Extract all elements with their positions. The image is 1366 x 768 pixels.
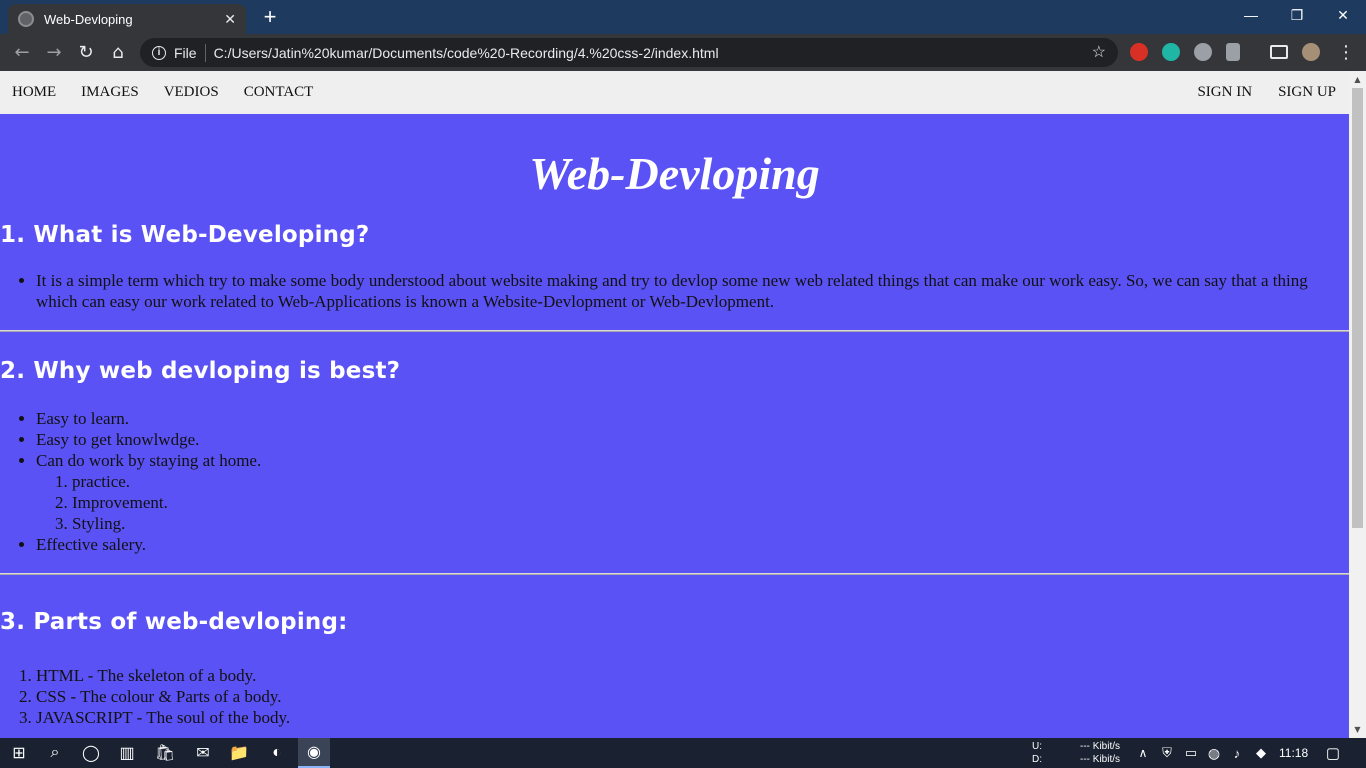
part-name: CSS [36, 687, 67, 706]
section-3-list: HTML - The skeleton of a body. CSS - The… [0, 665, 1349, 728]
site-navbar: HOME IMAGES VEDIOS CONTACT SIGN IN SIGN … [0, 71, 1349, 114]
new-tab-button[interactable]: + [256, 4, 284, 30]
nav-auth-links: SIGN IN SIGN UP [1184, 84, 1349, 101]
adblock-extension-icon[interactable] [1130, 43, 1148, 61]
nav-home[interactable]: HOME [12, 84, 56, 101]
windows-start-icon[interactable]: ⊞ [8, 743, 30, 763]
extension-m-icon[interactable] [1162, 43, 1180, 61]
nav-contact[interactable]: CONTACT [244, 84, 314, 101]
upload-rate: --- Kibit/s [1080, 741, 1120, 752]
info-icon[interactable]: i [152, 45, 166, 60]
bookmark-star-icon[interactable]: ☆ [1092, 42, 1106, 62]
list-item-text: Can do work by staying at home. [36, 451, 262, 470]
clock[interactable]: 11:18 [1279, 746, 1308, 760]
reload-icon[interactable]: ↻ [74, 40, 98, 64]
list-item: CSS - The colour & Parts of a body. [36, 686, 1349, 707]
scroll-down-icon[interactable]: ▼ [1349, 721, 1366, 738]
list-item: Easy to get knowlwdge. [36, 429, 1349, 450]
part-name: JAVASCRIPT [36, 708, 133, 727]
page-content: Web-Devloping 1. What is Web-Developing?… [0, 114, 1349, 728]
section-2-heading: 2. Why web devloping is best? [0, 358, 401, 384]
windows-taskbar: ⊞ ⌕ ◯ ▥ 🛍 ✉ 📁 ◐ ◉ U: D: --- Kibit/s --- … [0, 738, 1366, 768]
cast-icon[interactable] [1270, 45, 1288, 59]
section-3-heading: 3. Parts of web-devloping: [0, 609, 348, 635]
dropbox-icon[interactable]: ◆ [1250, 743, 1272, 763]
volume-icon[interactable]: ♪ [1226, 743, 1248, 763]
security-shield-icon[interactable]: ⛨ [1156, 743, 1178, 763]
sublist-item: practice. [72, 471, 1349, 492]
section-1-list: It is a simple term which try to make so… [0, 270, 1349, 312]
mail-icon[interactable]: ✉ [192, 743, 214, 763]
part-name: HTML [36, 666, 84, 685]
network-globe-icon[interactable]: ◍ [1203, 743, 1225, 763]
profile-avatar[interactable] [1302, 43, 1320, 61]
part-desc: - The colour & Parts of a body. [66, 687, 282, 706]
list-item: Easy to learn. [36, 408, 1349, 429]
restore-icon[interactable]: ❐ [1274, 0, 1320, 30]
task-view-icon[interactable]: ▥ [116, 743, 138, 763]
section-1-heading: 1. What is Web-Developing? [0, 222, 370, 248]
close-tab-icon[interactable]: ✕ [224, 11, 236, 28]
battery-icon[interactable]: ▭ [1180, 743, 1202, 763]
search-icon[interactable]: ⌕ [44, 743, 66, 763]
address-bar[interactable]: i File C:/Users/Jatin%20kumar/Documents/… [140, 38, 1118, 67]
globe-icon [18, 11, 34, 27]
edge-icon[interactable]: ◐ [266, 743, 288, 763]
scroll-up-icon[interactable]: ▲ [1349, 71, 1366, 88]
browser-tab[interactable]: Web-Devloping ✕ [8, 4, 246, 34]
extension-cloud-icon[interactable] [1194, 43, 1212, 61]
nav-vedios[interactable]: VEDIOS [164, 84, 219, 101]
scheme-label: File [174, 44, 197, 61]
back-arrow-icon[interactable]: ← [10, 40, 34, 64]
list-item: JAVASCRIPT - The soul of the body. [36, 707, 1349, 728]
extension-shield-icon[interactable] [1226, 43, 1240, 61]
notifications-icon[interactable]: ▢ [1322, 743, 1344, 763]
store-icon[interactable]: 🛍 [154, 743, 176, 763]
nav-sign-in[interactable]: SIGN IN [1197, 84, 1252, 101]
url-text[interactable]: C:/Users/Jatin%20kumar/Documents/code%20… [214, 45, 719, 61]
menu-kebab-icon[interactable]: ⋮ [1334, 40, 1358, 64]
browser-toolbar: ← → ↻ ⌂ i File C:/Users/Jatin%20kumar/Do… [0, 34, 1366, 71]
list-item: Effective salery. [36, 534, 1349, 555]
sublist-item: Improvement. [72, 492, 1349, 513]
page-title: Web-Devloping [529, 148, 820, 199]
nav-images[interactable]: IMAGES [81, 84, 139, 101]
minimize-icon[interactable]: — [1228, 0, 1274, 30]
divider [0, 573, 1349, 575]
address-separator [204, 43, 206, 62]
file-explorer-icon[interactable]: 📁 [228, 743, 250, 763]
home-icon[interactable]: ⌂ [106, 40, 130, 64]
divider [0, 330, 1349, 332]
download-label: D: [1032, 754, 1042, 765]
list-item: Can do work by staying at home. practice… [36, 450, 1349, 534]
chrome-icon[interactable]: ◉ [298, 738, 330, 768]
section-2-list: Easy to learn. Easy to get knowlwdge. Ca… [0, 408, 1349, 555]
page-viewport: HOME IMAGES VEDIOS CONTACT SIGN IN SIGN … [0, 71, 1366, 738]
part-desc: - The skeleton of a body. [83, 666, 257, 685]
cortana-icon[interactable]: ◯ [80, 743, 102, 763]
list-item: HTML - The skeleton of a body. [36, 665, 1349, 686]
upload-label: U: [1032, 741, 1042, 752]
browser-title-bar: Web-Devloping ✕ + — ❐ ✕ [0, 0, 1366, 34]
tab-title: Web-Devloping [44, 11, 133, 27]
chevron-up-icon[interactable]: ∧ [1132, 743, 1154, 763]
part-desc: - The soul of the body. [132, 708, 291, 727]
scrollbar-thumb[interactable] [1352, 88, 1363, 528]
close-window-icon[interactable]: ✕ [1320, 0, 1366, 30]
forward-arrow-icon[interactable]: → [42, 40, 66, 64]
nav-sign-up[interactable]: SIGN UP [1278, 84, 1336, 101]
download-rate: --- Kibit/s [1080, 754, 1120, 765]
list-item: It is a simple term which try to make so… [36, 270, 1349, 312]
vertical-scrollbar[interactable]: ▲ ▼ [1349, 71, 1366, 738]
section-2-sublist: practice. Improvement. Styling. [36, 471, 1349, 534]
sublist-item: Styling. [72, 513, 1349, 534]
